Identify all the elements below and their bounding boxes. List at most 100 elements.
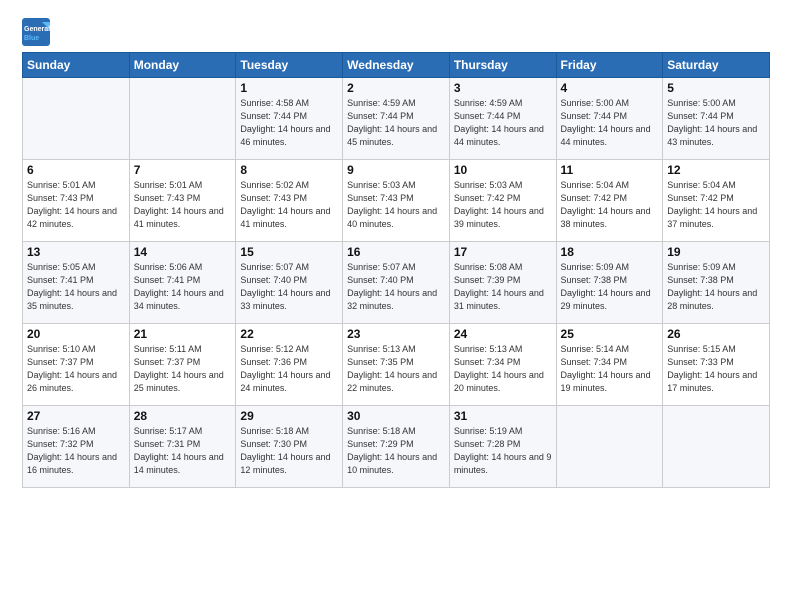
calendar-week-4: 20 Sunrise: 5:10 AMSunset: 7:37 PMDayligh… — [23, 324, 770, 406]
day-info: Sunrise: 4:58 AMSunset: 7:44 PMDaylight:… — [240, 97, 338, 149]
day-info: Sunrise: 5:17 AMSunset: 7:31 PMDaylight:… — [134, 425, 232, 477]
calendar-cell: 3 Sunrise: 4:59 AMSunset: 7:44 PMDaylight… — [449, 78, 556, 160]
calendar-cell: 30 Sunrise: 5:18 AMSunset: 7:29 PMDayligh… — [343, 406, 450, 488]
calendar-cell: 11Sunrise: 5:04 AMSunset: 7:42 PMDayligh… — [556, 160, 663, 242]
calendar-cell: 20 Sunrise: 5:10 AMSunset: 7:37 PMDayligh… — [23, 324, 130, 406]
calendar-week-5: 27 Sunrise: 5:16 AMSunset: 7:32 PMDayligh… — [23, 406, 770, 488]
day-number: 13 — [27, 245, 125, 259]
calendar-cell: 24 Sunrise: 5:13 AMSunset: 7:34 PMDayligh… — [449, 324, 556, 406]
day-number: 7 — [134, 163, 232, 177]
weekday-header-thursday: Thursday — [449, 53, 556, 78]
calendar-cell — [556, 406, 663, 488]
day-info: Sunrise: 5:10 AMSunset: 7:37 PMDaylight:… — [27, 343, 125, 395]
calendar-week-1: 1 Sunrise: 4:58 AMSunset: 7:44 PMDaylight… — [23, 78, 770, 160]
day-number: 27 — [27, 409, 125, 423]
calendar-cell: 22Sunrise: 5:12 AMSunset: 7:36 PMDayligh… — [236, 324, 343, 406]
day-info: Sunrise: 4:59 AMSunset: 7:44 PMDaylight:… — [347, 97, 445, 149]
day-number: 2 — [347, 81, 445, 95]
day-info: Sunrise: 5:03 AMSunset: 7:43 PMDaylight:… — [347, 179, 445, 231]
day-number: 20 — [27, 327, 125, 341]
day-number: 28 — [134, 409, 232, 423]
svg-text:General: General — [24, 26, 50, 33]
day-number: 30 — [347, 409, 445, 423]
calendar-cell: 18 Sunrise: 5:09 AMSunset: 7:38 PMDayligh… — [556, 242, 663, 324]
day-number: 26 — [667, 327, 765, 341]
svg-text:Blue: Blue — [24, 35, 39, 42]
day-number: 25 — [561, 327, 659, 341]
day-number: 22 — [240, 327, 338, 341]
weekday-header-tuesday: Tuesday — [236, 53, 343, 78]
calendar-cell: 12 Sunrise: 5:04 AMSunset: 7:42 PMDayligh… — [663, 160, 770, 242]
header: General Blue — [22, 18, 770, 46]
day-number: 24 — [454, 327, 552, 341]
calendar-cell: 10 Sunrise: 5:03 AMSunset: 7:42 PMDayligh… — [449, 160, 556, 242]
day-info: Sunrise: 5:00 AMSunset: 7:44 PMDaylight:… — [667, 97, 765, 149]
calendar-cell: 26 Sunrise: 5:15 AMSunset: 7:33 PMDayligh… — [663, 324, 770, 406]
day-info: Sunrise: 4:59 AMSunset: 7:44 PMDaylight:… — [454, 97, 552, 149]
day-info: Sunrise: 5:01 AMSunset: 7:43 PMDaylight:… — [134, 179, 232, 231]
day-info: Sunrise: 5:04 AMSunset: 7:42 PMDaylight:… — [667, 179, 765, 231]
day-info: Sunrise: 5:07 AMSunset: 7:40 PMDaylight:… — [347, 261, 445, 313]
calendar-cell: 15 Sunrise: 5:07 AMSunset: 7:40 PMDayligh… — [236, 242, 343, 324]
calendar-cell: 2 Sunrise: 4:59 AMSunset: 7:44 PMDaylight… — [343, 78, 450, 160]
calendar-cell — [129, 78, 236, 160]
calendar-table: SundayMondayTuesdayWednesdayThursdayFrid… — [22, 52, 770, 488]
calendar-cell: 27 Sunrise: 5:16 AMSunset: 7:32 PMDayligh… — [23, 406, 130, 488]
day-info: Sunrise: 5:14 AMSunset: 7:34 PMDaylight:… — [561, 343, 659, 395]
page: General Blue SundayMondayTuesdayWednesda… — [0, 0, 792, 612]
calendar-cell: 1 Sunrise: 4:58 AMSunset: 7:44 PMDaylight… — [236, 78, 343, 160]
calendar-cell: 13 Sunrise: 5:05 AMSunset: 7:41 PMDayligh… — [23, 242, 130, 324]
day-info: Sunrise: 5:01 AMSunset: 7:43 PMDaylight:… — [27, 179, 125, 231]
calendar-cell: 5Sunrise: 5:00 AMSunset: 7:44 PMDaylight… — [663, 78, 770, 160]
weekday-header-friday: Friday — [556, 53, 663, 78]
day-info: Sunrise: 5:03 AMSunset: 7:42 PMDaylight:… — [454, 179, 552, 231]
calendar-cell: 28 Sunrise: 5:17 AMSunset: 7:31 PMDayligh… — [129, 406, 236, 488]
calendar-cell: 29Sunrise: 5:18 AMSunset: 7:30 PMDayligh… — [236, 406, 343, 488]
day-info: Sunrise: 5:05 AMSunset: 7:41 PMDaylight:… — [27, 261, 125, 313]
calendar-cell: 4 Sunrise: 5:00 AMSunset: 7:44 PMDaylight… — [556, 78, 663, 160]
calendar-cell: 19Sunrise: 5:09 AMSunset: 7:38 PMDayligh… — [663, 242, 770, 324]
day-number: 17 — [454, 245, 552, 259]
day-info: Sunrise: 5:09 AMSunset: 7:38 PMDaylight:… — [667, 261, 765, 313]
logo: General Blue — [22, 18, 54, 46]
day-info: Sunrise: 5:08 AMSunset: 7:39 PMDaylight:… — [454, 261, 552, 313]
day-number: 4 — [561, 81, 659, 95]
calendar-cell — [663, 406, 770, 488]
weekday-header-monday: Monday — [129, 53, 236, 78]
weekday-header-row: SundayMondayTuesdayWednesdayThursdayFrid… — [23, 53, 770, 78]
day-number: 14 — [134, 245, 232, 259]
calendar-cell: 31 Sunrise: 5:19 AMSunset: 7:28 PMDayligh… — [449, 406, 556, 488]
day-number: 8 — [240, 163, 338, 177]
day-info: Sunrise: 5:04 AMSunset: 7:42 PMDaylight:… — [561, 179, 659, 231]
day-info: Sunrise: 5:18 AMSunset: 7:30 PMDaylight:… — [240, 425, 338, 477]
calendar-cell: 25 Sunrise: 5:14 AMSunset: 7:34 PMDayligh… — [556, 324, 663, 406]
day-number: 18 — [561, 245, 659, 259]
calendar-cell: 6 Sunrise: 5:01 AMSunset: 7:43 PMDaylight… — [23, 160, 130, 242]
day-number: 1 — [240, 81, 338, 95]
logo-icon: General Blue — [22, 18, 52, 46]
day-info: Sunrise: 5:11 AMSunset: 7:37 PMDaylight:… — [134, 343, 232, 395]
day-number: 3 — [454, 81, 552, 95]
day-number: 31 — [454, 409, 552, 423]
calendar-cell: 9Sunrise: 5:03 AMSunset: 7:43 PMDaylight… — [343, 160, 450, 242]
day-info: Sunrise: 5:09 AMSunset: 7:38 PMDaylight:… — [561, 261, 659, 313]
calendar-week-3: 13 Sunrise: 5:05 AMSunset: 7:41 PMDayligh… — [23, 242, 770, 324]
day-info: Sunrise: 5:07 AMSunset: 7:40 PMDaylight:… — [240, 261, 338, 313]
day-number: 15 — [240, 245, 338, 259]
calendar-cell: 21Sunrise: 5:11 AMSunset: 7:37 PMDayligh… — [129, 324, 236, 406]
calendar-cell: 16 Sunrise: 5:07 AMSunset: 7:40 PMDayligh… — [343, 242, 450, 324]
day-info: Sunrise: 5:00 AMSunset: 7:44 PMDaylight:… — [561, 97, 659, 149]
day-info: Sunrise: 5:16 AMSunset: 7:32 PMDaylight:… — [27, 425, 125, 477]
calendar-cell — [23, 78, 130, 160]
day-info: Sunrise: 5:18 AMSunset: 7:29 PMDaylight:… — [347, 425, 445, 477]
day-number: 12 — [667, 163, 765, 177]
day-info: Sunrise: 5:13 AMSunset: 7:34 PMDaylight:… — [454, 343, 552, 395]
weekday-header-sunday: Sunday — [23, 53, 130, 78]
day-number: 6 — [27, 163, 125, 177]
day-info: Sunrise: 5:19 AMSunset: 7:28 PMDaylight:… — [454, 425, 552, 477]
day-number: 10 — [454, 163, 552, 177]
day-info: Sunrise: 5:13 AMSunset: 7:35 PMDaylight:… — [347, 343, 445, 395]
calendar-cell: 14Sunrise: 5:06 AMSunset: 7:41 PMDayligh… — [129, 242, 236, 324]
day-number: 16 — [347, 245, 445, 259]
day-info: Sunrise: 5:15 AMSunset: 7:33 PMDaylight:… — [667, 343, 765, 395]
